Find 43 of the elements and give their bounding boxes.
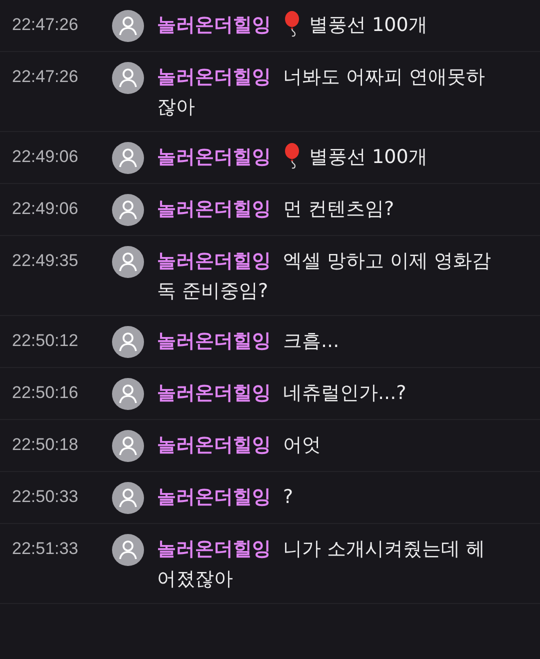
avatar-icon <box>112 194 144 226</box>
avatar-icon <box>112 62 144 94</box>
avatar-icon <box>112 10 144 42</box>
message-line: 네츄럴인가...? <box>283 382 406 404</box>
timestamp: 22:50:18 <box>12 434 80 456</box>
timestamp: 22:50:33 <box>12 486 80 508</box>
timestamp: 22:50:12 <box>12 330 80 352</box>
message-line: 크흠... <box>283 330 340 352</box>
timestamp: 22:51:33 <box>12 538 80 560</box>
message-line: 너봐도 어짜피 연애못하 <box>283 66 486 88</box>
timestamp: 22:49:35 <box>12 250 80 272</box>
message-line: 니가 소개시켜줬는데 헤 <box>283 538 486 560</box>
username[interactable]: 놀러온더힐잉 <box>157 486 271 508</box>
timestamp: 22:49:06 <box>12 146 80 168</box>
username[interactable]: 놀러온더힐잉 <box>157 14 271 36</box>
timestamp: 22:47:26 <box>12 66 80 88</box>
message-line: 별풍선 100개 <box>309 14 428 36</box>
message-line: 어엇 <box>283 434 321 456</box>
message-line: 잖아 <box>157 96 195 118</box>
message-line: ? <box>283 486 294 508</box>
username[interactable]: 놀러온더힐잉 <box>157 250 271 272</box>
avatar-icon <box>112 430 144 462</box>
username[interactable]: 놀러온더힐잉 <box>157 66 271 88</box>
username[interactable]: 놀러온더힐잉 <box>157 146 271 168</box>
avatar-icon <box>112 326 144 358</box>
message-line: 별풍선 100개 <box>309 146 428 168</box>
avatar-icon <box>112 142 144 174</box>
message-line: 먼 컨텐츠임? <box>283 198 394 220</box>
message-line: 독 준비중임? <box>157 280 268 302</box>
timestamp: 22:49:06 <box>12 198 80 220</box>
username[interactable]: 놀러온더힐잉 <box>157 538 271 560</box>
timestamp: 22:50:16 <box>12 382 80 404</box>
username[interactable]: 놀러온더힐잉 <box>157 198 271 220</box>
username[interactable]: 놀러온더힐잉 <box>157 382 271 404</box>
username[interactable]: 놀러온더힐잉 <box>157 434 271 456</box>
avatar-icon <box>112 482 144 514</box>
message-line: 어졌잖아 <box>157 568 233 590</box>
timestamp: 22:47:26 <box>12 14 80 36</box>
avatar-icon <box>112 534 144 566</box>
avatar-icon <box>112 378 144 410</box>
message-line: 엑셀 망하고 이제 영화감 <box>283 250 492 272</box>
avatar-icon <box>112 246 144 278</box>
username[interactable]: 놀러온더힐잉 <box>157 330 271 352</box>
